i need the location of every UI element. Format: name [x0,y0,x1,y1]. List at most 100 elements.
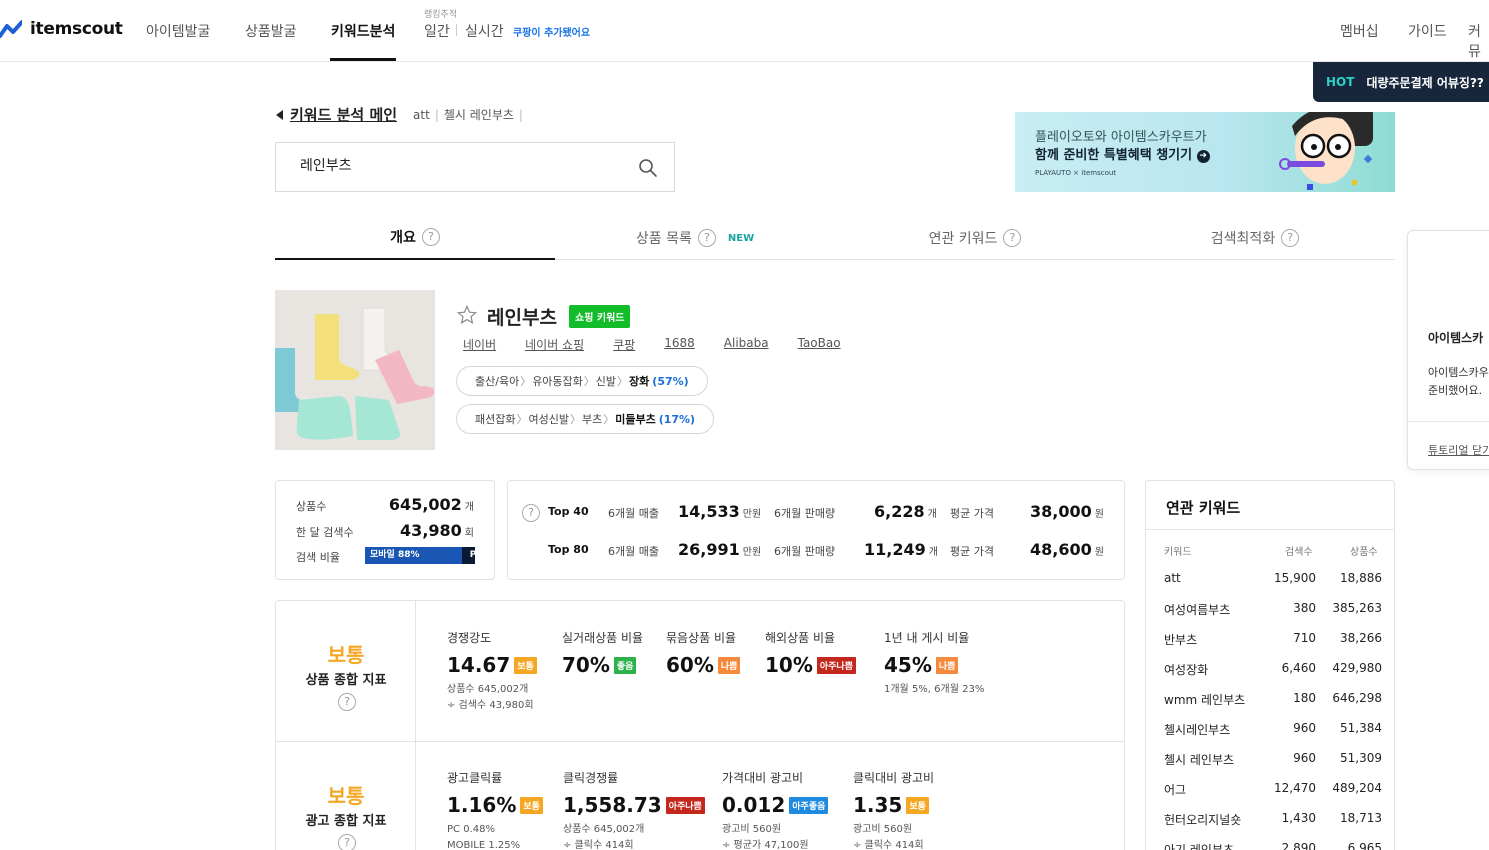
category-chip[interactable]: 패션잡화 〉 여성신발 〉 부츠 〉 미들부츠 (17%) [456,404,715,434]
value: 0.012 [722,793,786,817]
indicator-table: 보통 상품 종합 지표 ? 경쟁강도 14.67 보통 상품수 645,002개 ÷… [275,600,1125,850]
nav-item-guide[interactable]: 가이드 [1408,21,1447,41]
tutorial-line: 아이템스카우 [1428,366,1489,379]
ad-line2: 함께 준비한 특별혜택 챙기기 ➜ [1035,144,1210,163]
tab-product-list[interactable]: 상품 목록? NEW [555,216,835,260]
metric-note: PC 0.48% MOBILE 1.25% [447,822,520,850]
link-taobao[interactable]: TaoBao [798,336,841,353]
metric-title: 해외상품 비율 [765,631,836,645]
price-value: 48,600 [1030,540,1092,559]
note-line: ÷ 클릭수 414회 [563,840,634,850]
logo-icon [0,20,22,38]
qty-value: 11,249 [864,540,926,559]
tutorial-title: 아이템스카 [1428,331,1484,345]
breadcrumb-main-link[interactable]: 키워드 분석 메인 [290,104,397,125]
metric-value: 10% 아주나쁨 [765,653,856,677]
tab-label: 검색최적화 [1210,231,1276,247]
star-icon[interactable] [457,305,477,325]
chevron-right-icon: 〉 [569,413,581,426]
tutorial-close-link[interactable]: 튜토리얼 닫기 [1428,442,1489,458]
divider: | [434,107,439,122]
back-arrow-icon[interactable] [276,109,283,120]
link-alibaba[interactable]: Alibaba [724,336,769,353]
search-count-cell: 960 [1293,751,1316,765]
related-keyword-row[interactable]: 헌터오리지널숏 1,430 18,713 [1146,811,1394,841]
keyword-cell[interactable]: 첼시레인부츠 [1164,721,1230,738]
help-icon[interactable]: ? [1003,229,1022,247]
keyword-cell[interactable]: wmm 레인부츠 [1164,691,1245,708]
search-input[interactable] [300,157,630,173]
search-count-cell: 2,890 [1281,841,1316,850]
note-line: PC 0.48% [447,824,495,835]
tab-label: 개요 [390,230,416,246]
keyword-cell[interactable]: 첼시 레인부츠 [1164,751,1234,768]
help-icon[interactable]: ? [338,693,356,711]
ad-banner[interactable]: 플레이오토와 아이템스카우트가 함께 준비한 특별혜택 챙기기 ➜ PLAYAU… [1015,112,1395,192]
tab-overview[interactable]: 개요? [275,216,555,260]
top40-label: Top 40 [548,505,589,518]
tab-search-optimization[interactable]: 검색최적화? [1115,216,1395,260]
metric-value: 0.012 아주좋음 [722,793,829,817]
related-keyword-row[interactable]: 어그 12,470 489,204 [1146,781,1394,811]
keyword-cell[interactable]: 여성여름부츠 [1164,601,1230,618]
search-count-cell: 380 [1293,601,1316,615]
logo[interactable]: itemscout [0,18,123,40]
search-icon[interactable] [638,158,658,178]
sales-value: 14,533 [678,502,740,521]
help-icon[interactable]: ? [522,504,540,522]
related-keyword-row[interactable]: att 15,900 18,886 [1146,571,1394,601]
related-keyword-row[interactable]: 여성여름부츠 380 385,263 [1146,601,1394,631]
link-naver-shopping[interactable]: 네이버 쇼핑 [525,336,584,353]
tab-related-keywords[interactable]: 연관 키워드? [835,216,1115,260]
grade-tag: 아주나쁨 [665,796,705,814]
unit: 회 [464,528,474,539]
search-box [275,142,675,192]
recent-keyword[interactable]: 첼시 레인부츠 [444,106,514,123]
grade-tag: 보통 [520,796,543,814]
nav-item-ranking-daily[interactable]: 일간 [424,21,450,41]
category-path: 신발 [595,375,617,388]
nav-item-membership[interactable]: 멤버십 [1340,21,1379,41]
link-1688[interactable]: 1688 [664,336,695,353]
keyword-cell[interactable]: 어그 [1164,781,1186,798]
chevron-right-icon: 〉 [603,413,615,426]
hot-banner[interactable]: HOT 대량주문결제 어뷰징?? [1313,62,1489,102]
recent-keyword[interactable]: att [413,108,430,122]
keyword-cell[interactable]: 헌터오리지널숏 [1164,811,1241,828]
hot-text: 대량주문결제 어뷰징?? [1366,75,1484,90]
link-coupang[interactable]: 쿠팡 [613,336,635,353]
coupang-notice[interactable]: 쿠팡이 추가됐어요 [513,24,590,39]
help-icon[interactable]: ? [1281,229,1300,247]
related-keyword-row[interactable]: wmm 레인부츠 180 646,298 [1146,691,1394,721]
tab-bar: 개요? 상품 목록? NEW 연관 키워드? 검색최적화? [275,216,1395,260]
related-keyword-row[interactable]: 첼시 레인부츠 960 51,309 [1146,751,1394,781]
help-icon[interactable]: ? [338,834,356,850]
top-sales-card: ? Top 40 6개월 매출 14,533 만원 6개월 판매량 6,228 개 … [507,480,1125,580]
link-naver[interactable]: 네이버 [463,336,496,353]
divider [1146,529,1394,530]
breadcrumb: 키워드 분석 메인 att | 첼시 레인부츠 | [276,104,523,125]
keyword-cell[interactable]: att [1164,571,1181,585]
nav-item-item-discovery[interactable]: 아이템발굴 [146,21,210,41]
monthly-search: 43,980 [400,521,462,540]
keyword-cell[interactable]: 아기 레인부츠 [1164,841,1234,850]
note-line: ÷ 검색수 43,980회 [447,700,534,711]
related-keyword-row[interactable]: 반부츠 710 38,266 [1146,631,1394,661]
nav-item-community[interactable]: 커뮤 [1468,21,1489,61]
nav-item-product-discovery[interactable]: 상품발굴 [245,21,297,41]
category-path: 유아동잡화 [532,375,583,388]
keyword-cell[interactable]: 반부츠 [1164,631,1197,648]
related-keyword-row[interactable]: 여성장화 6,460 429,980 [1146,661,1394,691]
product-count-cell: 429,980 [1332,661,1382,675]
value: 14.67 [447,653,511,677]
help-icon[interactable]: ? [697,229,716,247]
related-keyword-row[interactable]: 첼시레인부츠 960 51,384 [1146,721,1394,751]
help-icon[interactable]: ? [421,228,440,246]
unit: 원 [1094,547,1104,558]
product-count-cell: 51,309 [1340,751,1382,765]
keyword-cell[interactable]: 여성장화 [1164,661,1208,678]
nav-item-keyword-analysis[interactable]: 키워드분석 [331,21,395,41]
related-keyword-row[interactable]: 아기 레인부츠 2,890 6,965 [1146,841,1394,850]
nav-item-ranking-realtime[interactable]: 실시간 [465,21,504,41]
category-chip[interactable]: 출산/육아 〉 유아동잡화 〉 신발 〉 장화 (57%) [456,366,708,396]
